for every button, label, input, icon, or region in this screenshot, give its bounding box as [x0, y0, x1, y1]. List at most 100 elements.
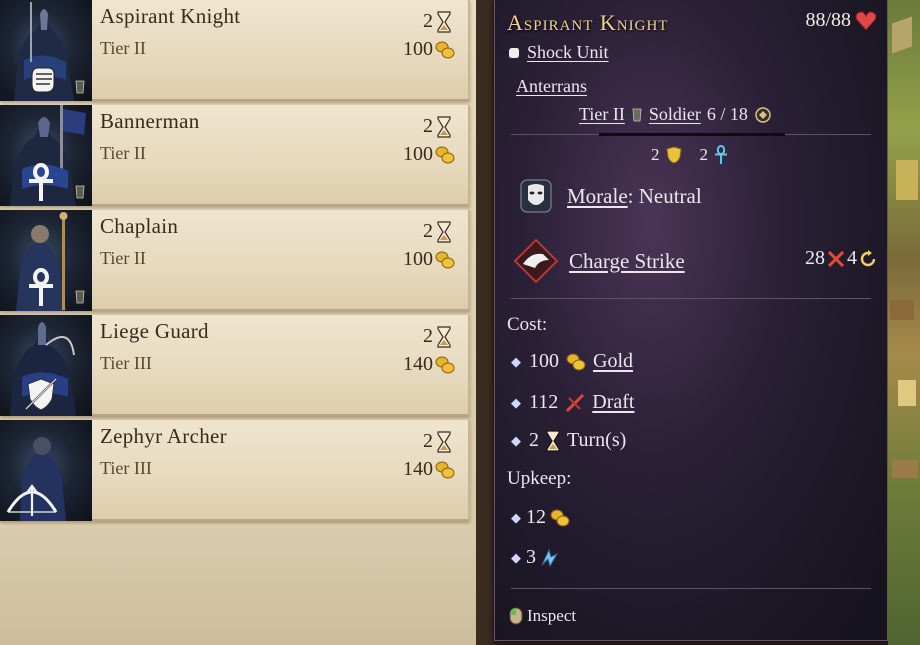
- turns-label: Turn(s): [567, 429, 627, 451]
- tier-flask-icon: [75, 80, 85, 94]
- tier-link[interactable]: Tier II: [579, 104, 625, 125]
- crest-icon: [755, 106, 771, 123]
- hourglass-icon: [437, 115, 451, 138]
- bullet: ◆: [511, 394, 521, 410]
- turns-value: 2: [423, 220, 433, 242]
- turns-value: 2: [423, 430, 433, 452]
- cost-gold-row[interactable]: ◆ 100 Gold: [511, 350, 633, 373]
- resistance-value: 2: [699, 145, 709, 164]
- cost-value: 100: [403, 38, 433, 60]
- unit-class-link[interactable]: Shock Unit: [527, 42, 609, 63]
- gold-coins-icon: [435, 146, 455, 163]
- cost-label: Cost:: [507, 314, 548, 335]
- unit-tier: Tier III: [100, 353, 152, 373]
- gold-coins-icon: [550, 509, 570, 526]
- ability-link[interactable]: Charge Strike: [569, 249, 685, 274]
- unit-portrait: [0, 0, 92, 101]
- bullet: ◆: [511, 549, 521, 565]
- unit-tier: Tier II: [100, 38, 146, 58]
- world-map-edge[interactable]: [888, 0, 920, 645]
- xp-bar: [599, 133, 785, 136]
- mouse-icon: [509, 607, 523, 625]
- unit-turns: 2: [423, 115, 452, 138]
- tier-flask-icon: [75, 185, 85, 199]
- unit-cost: 140: [403, 353, 456, 376]
- unit-turns: 2: [423, 10, 452, 33]
- inspect-hint[interactable]: Inspect: [509, 606, 576, 626]
- unit-card-bannerman[interactable]: Bannerman Tier II 2 100: [0, 105, 470, 206]
- cost-value: 140: [403, 458, 433, 480]
- unit-class-row[interactable]: Shock Unit: [507, 42, 609, 63]
- upkeep-gold-value: 12: [526, 506, 546, 528]
- turns-value: 2: [423, 325, 433, 347]
- cost-value: 100: [403, 248, 433, 270]
- unit-cost: 100: [403, 248, 456, 271]
- tier-flask-icon: [75, 290, 85, 304]
- charge-strike-icon: [513, 238, 559, 284]
- tooltip-title: Aspirant Knight: [507, 10, 669, 35]
- cost-draft-row[interactable]: ◆ 112 Draft: [511, 391, 634, 414]
- unit-portrait: [0, 105, 92, 206]
- shield-sword-icon: [25, 378, 57, 411]
- divider: [511, 298, 871, 299]
- unit-name: Bannerman: [100, 109, 200, 133]
- turns-value: 2: [423, 10, 433, 32]
- cost-value: 100: [403, 143, 433, 165]
- upkeep-mana-value: 3: [526, 546, 536, 568]
- ability-row[interactable]: Charge Strike: [513, 238, 685, 284]
- bullet: ◆: [511, 353, 521, 369]
- ability-damage: 28: [805, 247, 825, 269]
- unit-tier: Tier II: [100, 143, 146, 163]
- divider: [511, 588, 871, 589]
- unit-portrait: [0, 420, 92, 521]
- hp-value: 88/88: [805, 9, 851, 31]
- ability-stats: 28 4: [805, 247, 877, 270]
- unit-portrait: [0, 315, 92, 416]
- tier-flask-icon: [632, 108, 642, 121]
- draft-icon: [566, 393, 585, 412]
- faction-link[interactable]: Anterrans: [516, 76, 587, 97]
- unit-card-chaplain[interactable]: Chaplain Tier II 2 100: [0, 210, 470, 311]
- unit-name: Liege Guard: [100, 319, 209, 343]
- unit-card-zephyr-archer[interactable]: Zephyr Archer Tier III 2 140: [0, 420, 470, 521]
- gold-coins-icon: [435, 41, 455, 58]
- upkeep-gold-row: ◆ 12: [511, 506, 571, 529]
- unit-count: 6 / 18: [706, 104, 748, 124]
- morale-row[interactable]: Morale: Neutral: [519, 178, 702, 214]
- cost-value: 140: [403, 353, 433, 375]
- hourglass-icon: [546, 429, 560, 452]
- unit-turns: 2: [423, 220, 452, 243]
- gold-link[interactable]: Gold: [593, 350, 633, 373]
- unit-type-link[interactable]: Soldier: [649, 104, 701, 125]
- fist-icon: [31, 67, 55, 93]
- unit-cost: 140: [403, 458, 456, 481]
- panel-gap: [476, 0, 494, 645]
- upkeep-label: Upkeep:: [507, 468, 572, 489]
- bullet: ◆: [511, 432, 521, 448]
- cost-gold-value: 100: [529, 350, 559, 372]
- inspect-label[interactable]: Inspect: [527, 606, 576, 626]
- unit-turns: 2: [423, 325, 452, 348]
- shield-icon: [665, 146, 682, 164]
- defense-stats-row: 2 2: [651, 145, 728, 165]
- unit-tier: Tier II: [100, 248, 146, 268]
- damage-icon: [827, 250, 845, 267]
- faction-row[interactable]: Anterrans: [516, 76, 587, 97]
- turns-value: 2: [423, 115, 433, 137]
- morale-link[interactable]: Morale: [567, 184, 628, 208]
- unit-turns: 2: [423, 430, 452, 453]
- gold-coins-icon: [435, 356, 455, 373]
- unit-cost: 100: [403, 143, 456, 166]
- gold-coins-icon: [566, 353, 586, 370]
- defense-value: 2: [651, 145, 660, 164]
- hourglass-icon: [437, 430, 451, 453]
- cost-turns-value: 2: [529, 429, 539, 451]
- morale-value: : Neutral: [627, 183, 702, 208]
- unit-portrait: [0, 210, 92, 311]
- mana-crystal-icon: [541, 548, 559, 567]
- unit-card-aspirant-knight[interactable]: Aspirant Knight Tier II 2 100: [0, 0, 470, 101]
- draft-link[interactable]: Draft: [592, 391, 634, 414]
- hourglass-icon: [437, 10, 451, 33]
- unit-name: Zephyr Archer: [100, 424, 227, 448]
- unit-card-liege-guard[interactable]: Liege Guard Tier III 2 140: [0, 315, 470, 416]
